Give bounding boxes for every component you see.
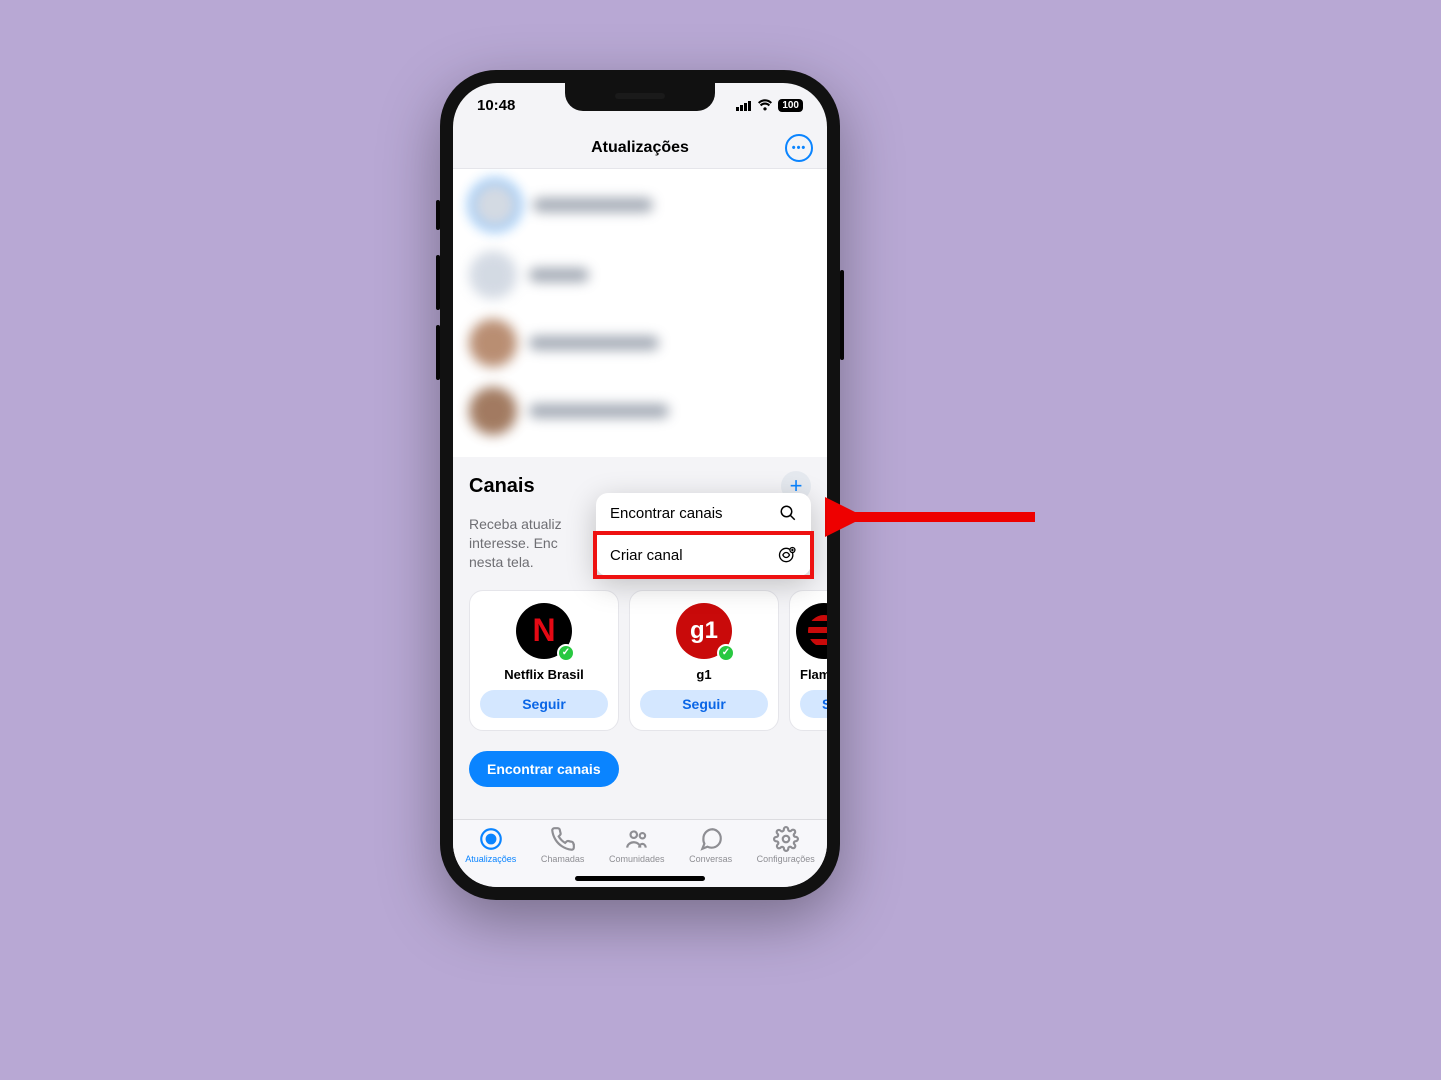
- power-button[interactable]: [840, 270, 844, 360]
- page-title: Atualizações: [591, 139, 689, 157]
- tab-updates[interactable]: Atualizações: [465, 826, 516, 864]
- signal-icon: [736, 100, 752, 111]
- phone-frame: 10:48 100 Atualizações •••: [440, 70, 840, 900]
- tab-label: Configurações: [757, 854, 815, 864]
- channel-avatar: [516, 603, 572, 659]
- follow-button[interactable]: Seg: [800, 690, 827, 718]
- more-options-button[interactable]: •••: [785, 134, 813, 162]
- phone-screen: 10:48 100 Atualizações •••: [453, 83, 827, 887]
- channel-card-g1[interactable]: g1 g1 Seguir: [629, 590, 779, 731]
- status-row[interactable]: [453, 169, 827, 241]
- tab-chats[interactable]: Conversas: [689, 826, 732, 864]
- channels-section: Canais + Receba atualiz interesse. Enc n…: [453, 457, 827, 801]
- content-scroll[interactable]: Canais + Receba atualiz interesse. Enc n…: [453, 169, 827, 819]
- calls-icon: [550, 826, 576, 852]
- channel-name: g1: [640, 667, 768, 682]
- tab-communities[interactable]: Comunidades: [609, 826, 665, 864]
- find-channels-button[interactable]: Encontrar canais: [469, 751, 619, 787]
- channel-name: Netflix Brasil: [480, 667, 608, 682]
- annotation-arrow: [825, 497, 1045, 537]
- channel-cards-row[interactable]: Netflix Brasil Seguir g1 g1 Seguir Flame…: [453, 584, 827, 743]
- popup-find-label: Encontrar canais: [610, 505, 723, 522]
- updates-icon: [478, 826, 504, 852]
- silence-switch[interactable]: [436, 200, 440, 230]
- tab-settings[interactable]: Configurações: [757, 826, 815, 864]
- home-indicator[interactable]: [575, 876, 705, 881]
- channels-title: Canais: [469, 475, 535, 498]
- app-header: Atualizações •••: [453, 127, 827, 169]
- status-icons: 100: [736, 99, 803, 112]
- battery-label: 100: [778, 99, 803, 112]
- volume-down-button[interactable]: [436, 325, 440, 380]
- status-row[interactable]: [453, 377, 827, 445]
- chats-icon: [698, 826, 724, 852]
- tab-label: Conversas: [689, 854, 732, 864]
- channel-card-netflix[interactable]: Netflix Brasil Seguir: [469, 590, 619, 731]
- channel-card-flamengo[interactable]: Flamengo Seg: [789, 590, 827, 731]
- verified-badge-icon: [557, 644, 575, 662]
- channel-name: Flamengo: [800, 667, 827, 682]
- popup-create-channel[interactable]: Criar canal: [596, 533, 811, 576]
- status-section: [453, 169, 827, 457]
- wifi-icon: [757, 99, 773, 111]
- communities-icon: [624, 826, 650, 852]
- add-channel-popup: Encontrar canais Criar canal: [596, 493, 811, 576]
- channel-avatar: g1: [676, 603, 732, 659]
- tab-label: Comunidades: [609, 854, 665, 864]
- create-channel-icon: [777, 545, 797, 565]
- tab-calls[interactable]: Chamadas: [541, 826, 585, 864]
- notch: [565, 83, 715, 111]
- status-row[interactable]: [453, 241, 827, 309]
- search-icon: [779, 504, 797, 522]
- follow-button[interactable]: Seguir: [640, 690, 768, 718]
- follow-button[interactable]: Seguir: [480, 690, 608, 718]
- channel-avatar: [796, 603, 827, 659]
- volume-up-button[interactable]: [436, 255, 440, 310]
- popup-create-label: Criar canal: [610, 547, 683, 564]
- popup-find-channels[interactable]: Encontrar canais: [596, 493, 811, 533]
- status-row[interactable]: [453, 309, 827, 377]
- tab-label: Atualizações: [465, 854, 516, 864]
- tab-label: Chamadas: [541, 854, 585, 864]
- settings-icon: [773, 826, 799, 852]
- clock-label: 10:48: [477, 97, 515, 114]
- verified-badge-icon: [717, 644, 735, 662]
